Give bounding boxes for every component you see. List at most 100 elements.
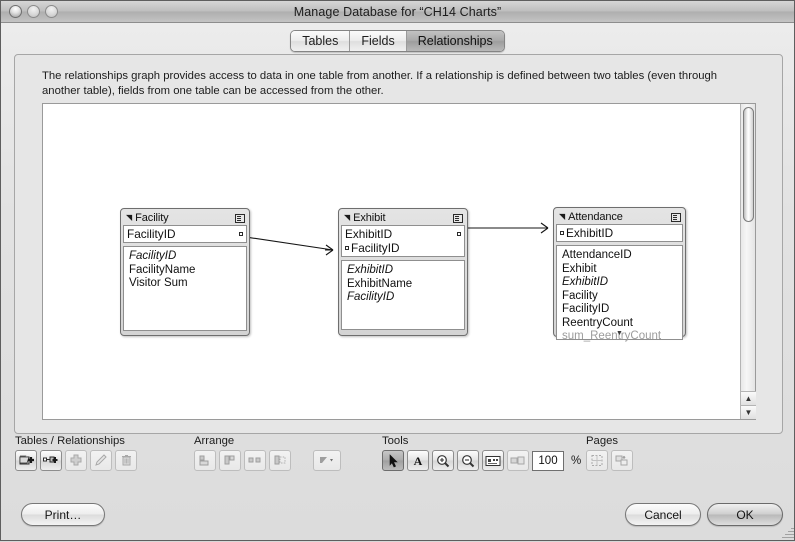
- match-field-list-facility: FacilityID: [123, 225, 247, 243]
- match-field-label: ExhibitID: [566, 226, 614, 240]
- add-table-button[interactable]: [15, 450, 37, 471]
- canvas-vertical-scrollbar[interactable]: ▲ ▼: [740, 104, 756, 419]
- table-header-facility[interactable]: ◥ Facility: [123, 211, 247, 225]
- scroll-up-button[interactable]: ▲: [741, 391, 756, 405]
- zoom-level-input[interactable]: 100: [532, 450, 564, 471]
- resize-icon: [274, 455, 286, 465]
- field-row[interactable]: ExhibitID: [347, 264, 459, 278]
- relationships-canvas[interactable]: = = ◥ Facility FacilityID: [43, 104, 740, 419]
- field-list-facility[interactable]: FacilityID FacilityName Visitor Sum: [123, 246, 247, 331]
- manage-database-window: Manage Database for “CH14 Charts” Tables…: [0, 0, 795, 541]
- distribute-horizontal-icon: [248, 457, 260, 463]
- field-row[interactable]: FacilityID: [129, 250, 241, 264]
- pencil-icon: [95, 454, 107, 466]
- distribute-horizontal-button: [244, 450, 266, 471]
- triangle-up-icon: ▲: [744, 393, 753, 403]
- field-row[interactable]: ExhibitName: [347, 278, 459, 292]
- table-window-icon[interactable]: [671, 212, 681, 222]
- page-breaks-icon: [591, 455, 603, 466]
- color-swatch-dropdown-icon: [320, 457, 333, 463]
- match-field-row[interactable]: FacilityID: [127, 227, 243, 241]
- window-title: Manage Database for “CH14 Charts”: [293, 4, 502, 19]
- color-menu-button: [313, 450, 341, 471]
- field-row[interactable]: Facility: [562, 290, 677, 304]
- match-field-row[interactable]: ExhibitID: [560, 226, 679, 240]
- field-row[interactable]: FacilityName: [129, 264, 241, 278]
- zoom-out-tool-button[interactable]: [457, 450, 479, 471]
- match-field-bullet-icon: [345, 246, 349, 250]
- align-left-icon: [199, 455, 209, 466]
- toolbar-group-tables-relationships: Tables / Relationships: [15, 435, 137, 471]
- ok-button[interactable]: OK: [707, 503, 783, 526]
- match-field-row[interactable]: FacilityID: [345, 241, 461, 255]
- field-list-exhibit[interactable]: ExhibitID ExhibitName FacilityID: [341, 260, 465, 330]
- align-top-button: [219, 450, 241, 471]
- table-window-icon[interactable]: [453, 213, 463, 223]
- table-resize-handle-icon[interactable]: ▼: [616, 330, 623, 337]
- zoom-button[interactable]: [45, 5, 58, 18]
- minimize-button[interactable]: [27, 5, 40, 18]
- toolbar-group-label: Tools: [382, 435, 409, 447]
- table-node-attendance[interactable]: ◥ Attendance ExhibitID AttendanceID Exhi…: [553, 207, 686, 342]
- table-name-exhibit: Exhibit: [353, 212, 386, 224]
- add-table-icon: [19, 455, 34, 465]
- table-name-facility: Facility: [135, 212, 169, 224]
- field-row[interactable]: Visitor Sum: [129, 277, 241, 291]
- scroll-down-button[interactable]: ▼: [741, 405, 756, 419]
- print-button[interactable]: Print…: [21, 503, 105, 526]
- selected-objects-button: [507, 450, 529, 471]
- edit-button: [90, 450, 112, 471]
- relationships-graph-area[interactable]: = = ◥ Facility FacilityID: [42, 103, 756, 420]
- table-header-attendance[interactable]: ◥ Attendance: [556, 210, 683, 224]
- field-row[interactable]: Exhibit: [562, 263, 677, 277]
- selection-tool-button[interactable]: [382, 450, 404, 471]
- table-node-facility[interactable]: ◥ Facility FacilityID FacilityID Facilit…: [120, 208, 250, 336]
- duplicate-button: [65, 450, 87, 471]
- magnifier-plus-icon: [437, 454, 450, 467]
- fit-to-window-button[interactable]: [482, 450, 504, 471]
- field-row[interactable]: FacilityID: [347, 291, 459, 305]
- match-field-row[interactable]: ExhibitID: [345, 227, 461, 241]
- close-button[interactable]: [9, 5, 22, 18]
- relationships-panel: The relationships graph provides access …: [14, 54, 783, 434]
- window-controls: [9, 5, 58, 18]
- tab-bar: Tables Fields Relationships: [1, 28, 794, 54]
- panel-description: The relationships graph provides access …: [42, 70, 718, 97]
- field-list-attendance[interactable]: AttendanceID Exhibit ExhibitID Facility …: [556, 245, 683, 342]
- svg-text:A: A: [414, 454, 423, 467]
- window-titlebar: Manage Database for “CH14 Charts”: [1, 1, 794, 23]
- graph-toolbar: Tables / Relationships Arrange Tools A 1…: [14, 435, 783, 483]
- table-node-exhibit[interactable]: ◥ Exhibit ExhibitID FacilityID ExhibitID…: [338, 208, 468, 336]
- tab-fields[interactable]: Fields: [350, 31, 407, 51]
- field-row[interactable]: ReentryCount: [562, 317, 677, 331]
- add-relationship-button[interactable]: [40, 450, 62, 471]
- align-top-icon: [224, 455, 235, 465]
- expand-arrow-icon[interactable]: ◥: [126, 214, 132, 222]
- tab-tables[interactable]: Tables: [291, 31, 351, 51]
- scrollbar-thumb[interactable]: [743, 107, 754, 222]
- table-name-attendance: Attendance: [568, 211, 623, 223]
- page-setup-icon: [615, 455, 628, 466]
- field-row[interactable]: AttendanceID: [562, 249, 677, 263]
- toolbar-group-pages: Pages: [586, 435, 633, 471]
- zoom-in-tool-button[interactable]: [432, 450, 454, 471]
- toolbar-group-arrange: Arrange: [194, 435, 341, 471]
- table-window-icon[interactable]: [235, 213, 245, 223]
- field-row[interactable]: ExhibitID: [562, 276, 677, 290]
- tab-relationships[interactable]: Relationships: [406, 31, 504, 51]
- selected-objects-icon: [510, 456, 525, 464]
- match-field-label: FacilityID: [351, 241, 400, 255]
- match-field-bullet-icon: [560, 231, 564, 235]
- match-field-list-attendance: ExhibitID: [556, 224, 683, 242]
- table-header-exhibit[interactable]: ◥ Exhibit: [341, 211, 465, 225]
- expand-arrow-icon[interactable]: ◥: [344, 214, 350, 222]
- field-row[interactable]: FacilityID: [562, 303, 677, 317]
- cancel-button[interactable]: Cancel: [625, 503, 701, 526]
- expand-arrow-icon[interactable]: ◥: [559, 213, 565, 221]
- page-setup-button: [611, 450, 633, 471]
- align-left-button: [194, 450, 216, 471]
- text-tool-button[interactable]: A: [407, 450, 429, 471]
- window-resize-grip[interactable]: [780, 526, 794, 540]
- dialog-footer: Print… Cancel OK: [1, 493, 795, 542]
- trash-icon: [121, 455, 131, 466]
